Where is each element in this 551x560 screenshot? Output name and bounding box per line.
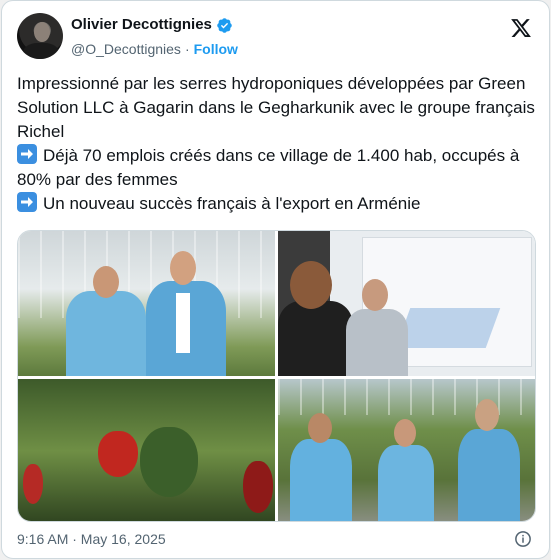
photo-presentation-board[interactable] [278, 231, 535, 376]
tweet-text: Impressionné par les serres hydroponique… [17, 72, 537, 216]
author-name-row: Olivier Decottignies [71, 15, 238, 35]
info-icon[interactable] [514, 530, 532, 548]
avatar[interactable] [17, 13, 63, 59]
author-info: Olivier Decottignies @O_Decottignies · Fol… [71, 15, 238, 59]
tweet-line-3-text: Un nouveau succès français à l'export en… [43, 194, 421, 213]
tweet-line-3: Un nouveau succès français à l'export en… [17, 192, 537, 216]
timestamp[interactable]: 9:16 AM · May 16, 2025 [17, 531, 166, 547]
tweet-line-1: Impressionné par les serres hydroponique… [17, 74, 535, 141]
x-logo-icon[interactable] [510, 17, 532, 39]
tweet-card[interactable]: Olivier Decottignies @O_Decottignies · Fol… [1, 0, 550, 559]
author-display-name[interactable]: Olivier Decottignies [71, 15, 212, 35]
handle-row: @O_Decottignies · Follow [71, 39, 238, 59]
photo-three-men-greenhouse[interactable] [278, 379, 535, 521]
separator-dot: · [184, 41, 190, 57]
right-arrow-emoji-icon [17, 192, 37, 212]
verified-badge-icon [217, 17, 232, 33]
follow-button[interactable]: Follow [194, 41, 238, 57]
photo-peppers[interactable] [18, 379, 275, 521]
tweet-footer: 9:16 AM · May 16, 2025 [17, 529, 534, 551]
media-grid [17, 230, 536, 522]
tweet-line-2: Déjà 70 emplois créés dans ce village de… [17, 144, 537, 192]
author-handle[interactable]: @O_Decottignies [71, 41, 181, 57]
right-arrow-emoji-icon [17, 144, 37, 164]
photo-greenhouse-two-men[interactable] [18, 231, 275, 376]
tweet-header: Olivier Decottignies @O_Decottignies · Fol… [17, 13, 534, 61]
tweet-line-2-text: Déjà 70 emplois créés dans ce village de… [17, 146, 520, 189]
